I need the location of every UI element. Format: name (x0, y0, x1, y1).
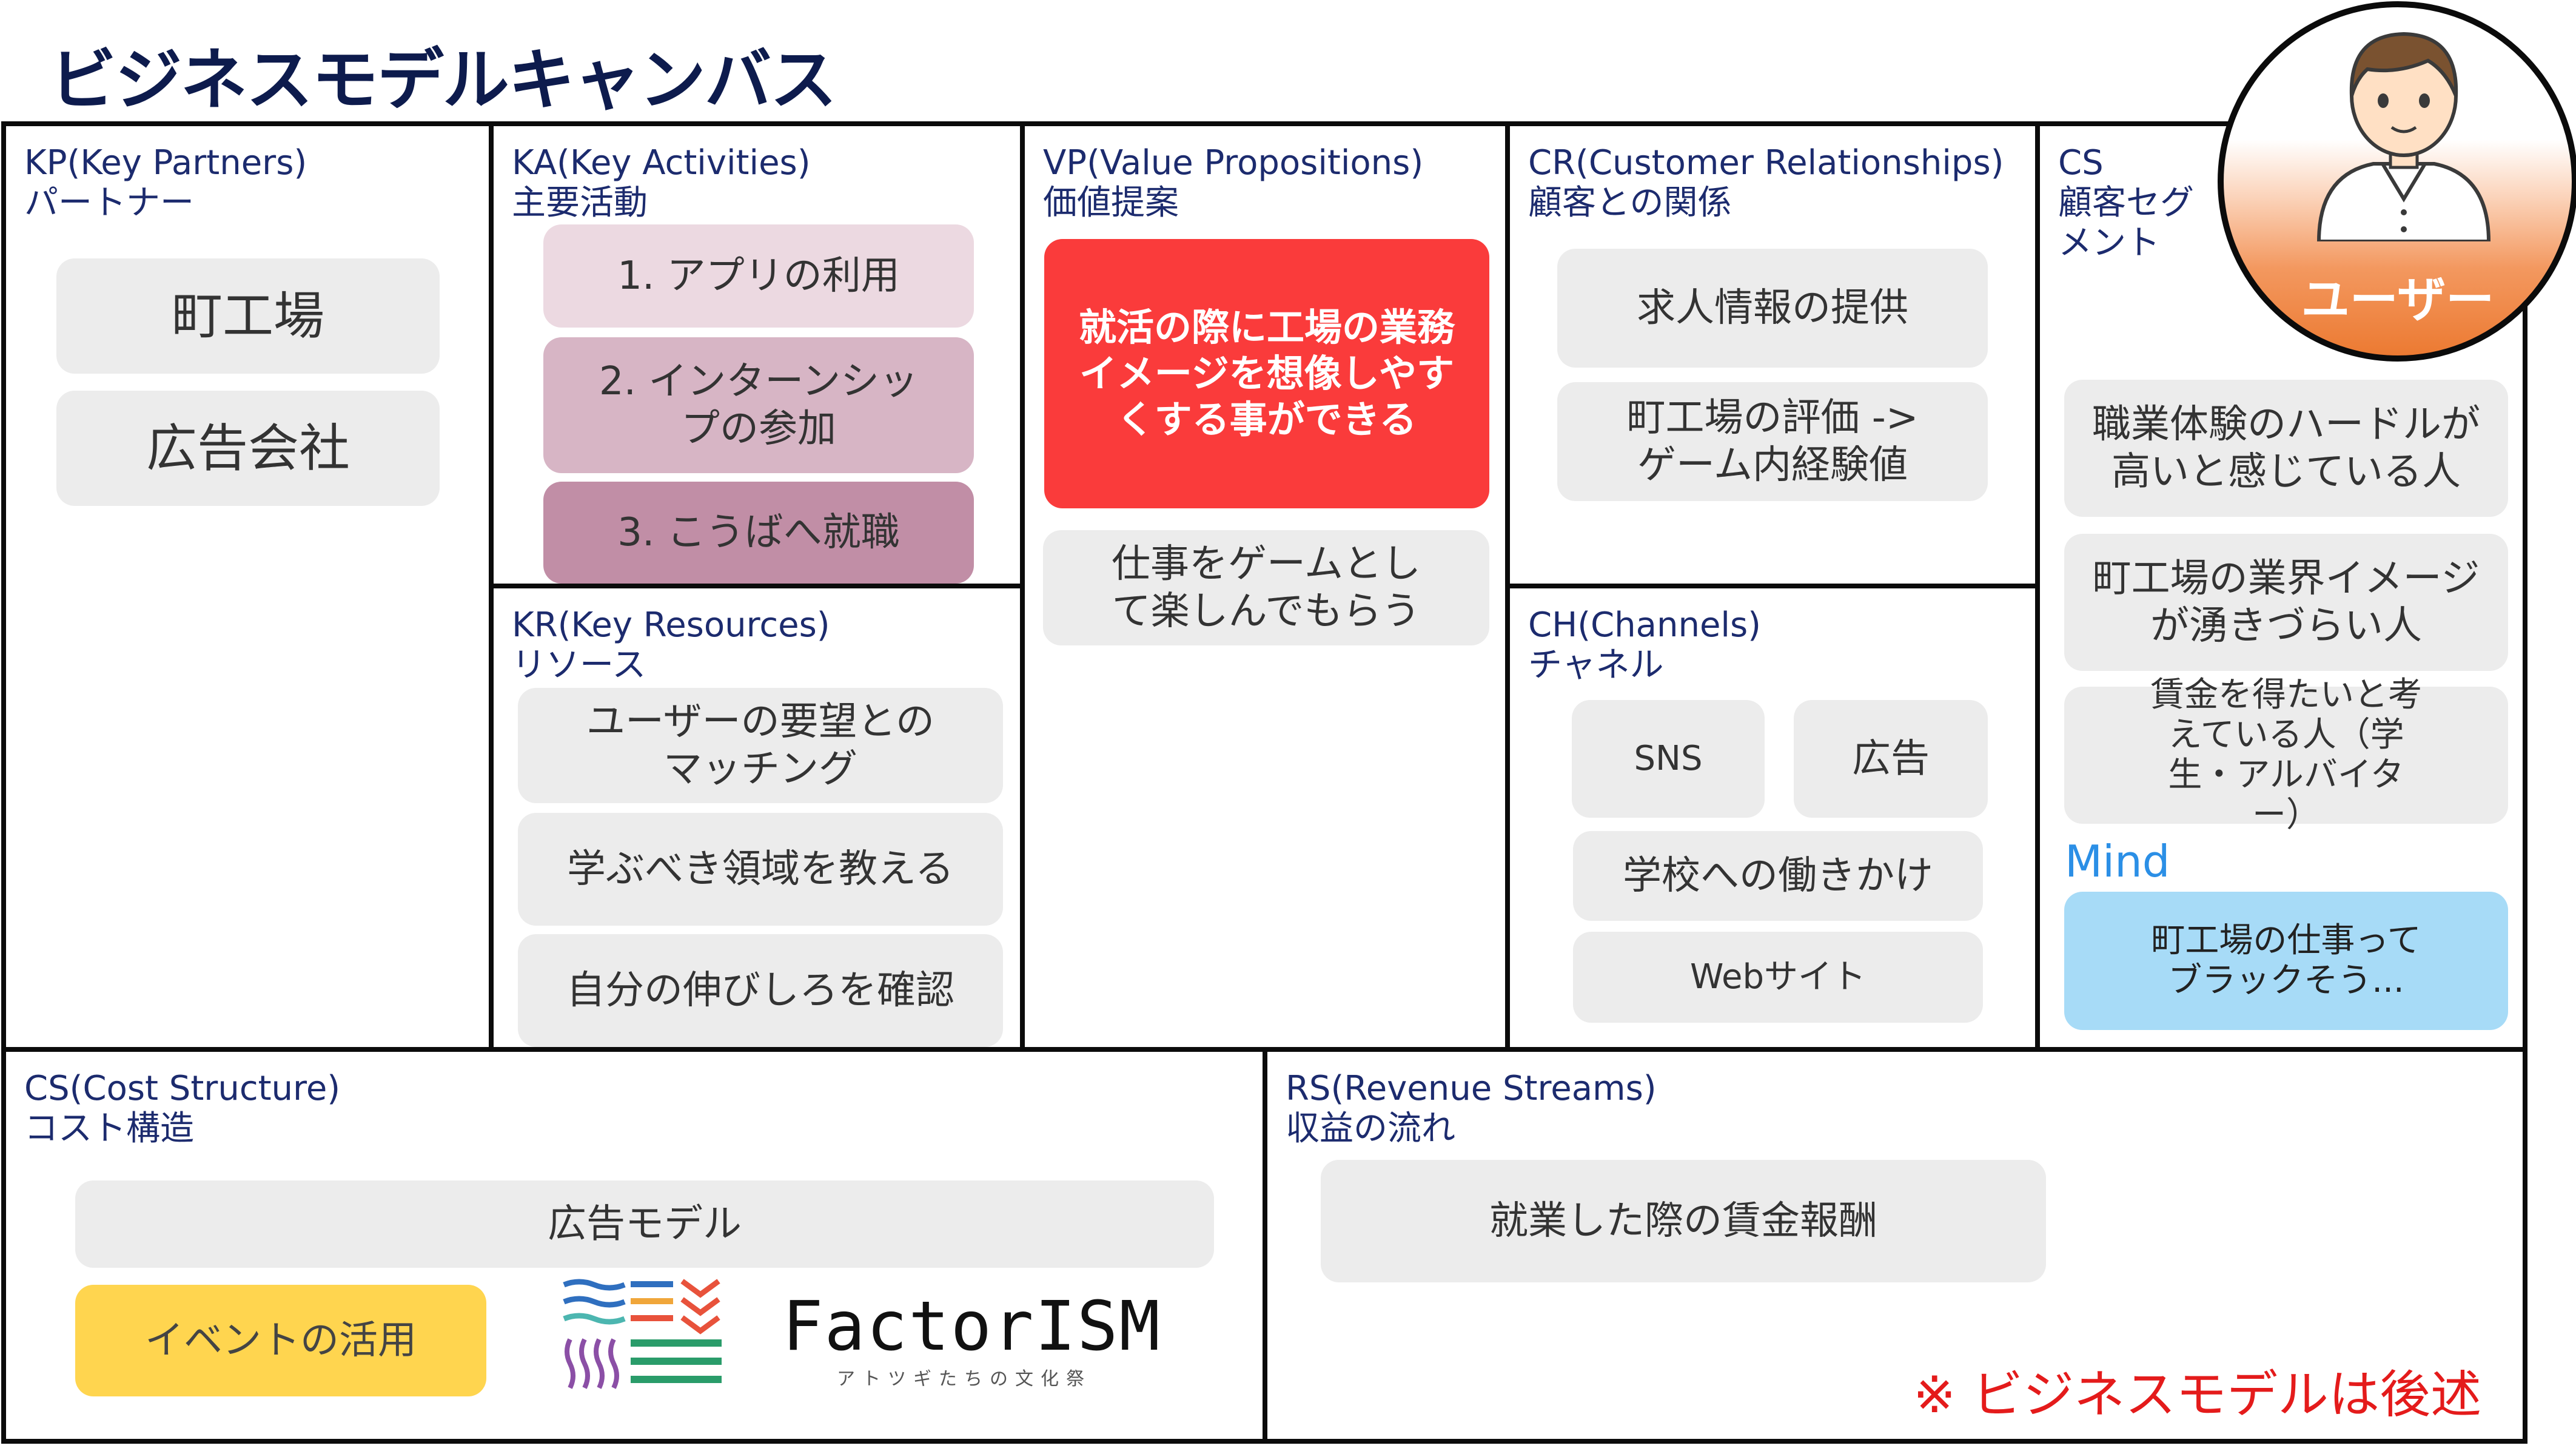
key-activities-label-ja: 主要活動 (512, 183, 648, 223)
resource-item: 学ぶべき領域を教える (518, 813, 1003, 926)
resource-item: 自分の伸びしろを確認 (518, 934, 1003, 1047)
partner-item: 町工場 (56, 258, 440, 374)
key-resources-label-ja: リソース (512, 645, 646, 685)
activity-item: 3. こうばへ就職 (543, 482, 974, 584)
key-activities-cell: KA(Key Activities) 主要活動 1. アプリの利用 2. インタ… (489, 121, 1025, 588)
user-label: ユーザー (2301, 272, 2495, 328)
segment-item: 職業体験のハードルが高いと感じている人 (2064, 380, 2508, 517)
customer-segments-label-ja: 顧客セグメント (2058, 183, 2194, 263)
factorism-logo-text: FactorISM (782, 1287, 1161, 1366)
factorism-logo-subtitle: アトツギたちの文化祭 (837, 1369, 1092, 1390)
channel-item: Webサイト (1573, 932, 1983, 1023)
channels-cell: CH(Channels) チャネル SNS 広告 学校への働きかけ Webサイト (1505, 584, 2040, 1052)
channels-label-ja: チャネル (1528, 645, 1664, 685)
activity-item: 1. アプリの利用 (543, 224, 974, 328)
cost-structure-label-en: CS(Cost Structure) (24, 1069, 341, 1108)
customer-segments-label-en: CS (2058, 143, 2104, 183)
activity-item: 2. インターンシップの参加 (543, 337, 974, 473)
mind-box: 町工場の仕事ってブラックそう... (2064, 892, 2508, 1030)
channel-item: 学校への働きかけ (1573, 831, 1983, 921)
key-partners-label-ja: パートナー (24, 183, 194, 223)
factorism-logo-mark (563, 1279, 722, 1389)
business-model-note: ※ ビジネスモデルは後述 (1913, 1365, 2482, 1424)
revenue-streams-label-ja: 収益の流れ (1286, 1109, 1455, 1148)
key-resources-cell: KR(Key Resources) リソース ユーザーの要望とのマッチング 学ぶ… (489, 584, 1025, 1052)
value-propositions-cell: VP(Value Propositions) 価値提案 就活の際に工場の業務イメ… (1020, 121, 1510, 1052)
revenue-item: 就業した際の賃金報酬 (1321, 1160, 2046, 1282)
relationship-item: 求人情報の提供 (1557, 249, 1988, 368)
cost-structure-label-ja: コスト構造 (24, 1109, 194, 1148)
cost-item-event: イベントの活用 (75, 1285, 486, 1396)
user-avatar: ユーザー (2218, 1, 2576, 362)
key-resources-label-en: KR(Key Resources) (512, 605, 830, 645)
mind-label: Mind (2065, 836, 2170, 887)
relationship-item: 町工場の評価 -> ゲーム内経験値 (1557, 382, 1988, 501)
channel-item: SNS (1572, 700, 1765, 818)
page-title: ビジネスモデルキャンバス (50, 41, 837, 119)
revenue-streams-label-en: RS(Revenue Streams) (1286, 1069, 1657, 1108)
resource-item: ユーザーの要望とのマッチング (518, 688, 1003, 803)
customer-relationships-label-ja: 顧客との関係 (1528, 183, 1732, 223)
value-propositions-label-ja: 価値提案 (1043, 183, 1179, 223)
customer-relationships-cell: CR(Customer Relationships) 顧客との関係 求人情報の提… (1505, 121, 2040, 588)
channel-item: 広告 (1794, 700, 1988, 818)
value-proposition-main: 就活の際に工場の業務イメージを想像しやすくする事ができる (1044, 239, 1489, 508)
user-icon (2316, 32, 2491, 241)
partner-item: 広告会社 (56, 391, 440, 506)
channels-label-en: CH(Channels) (1528, 605, 1761, 645)
key-partners-label-en: KP(Key Partners) (24, 143, 307, 183)
value-proposition-sub: 仕事をゲームとして楽しんでもらう (1043, 530, 1489, 645)
segment-item: 賃金を得たいと考えている人（学生・アルバイター） (2064, 675, 2508, 835)
cost-item: 広告モデル (75, 1180, 1214, 1268)
customer-relationships-label-en: CR(Customer Relationships) (1528, 143, 2004, 183)
key-partners-cell: KP(Key Partners) パートナー 町工場 広告会社 (1, 121, 494, 1052)
segment-item: 町工場の業界イメージが湧きづらい人 (2064, 534, 2508, 671)
key-activities-label-en: KA(Key Activities) (512, 143, 811, 183)
value-propositions-label-en: VP(Value Propositions) (1043, 143, 1424, 183)
